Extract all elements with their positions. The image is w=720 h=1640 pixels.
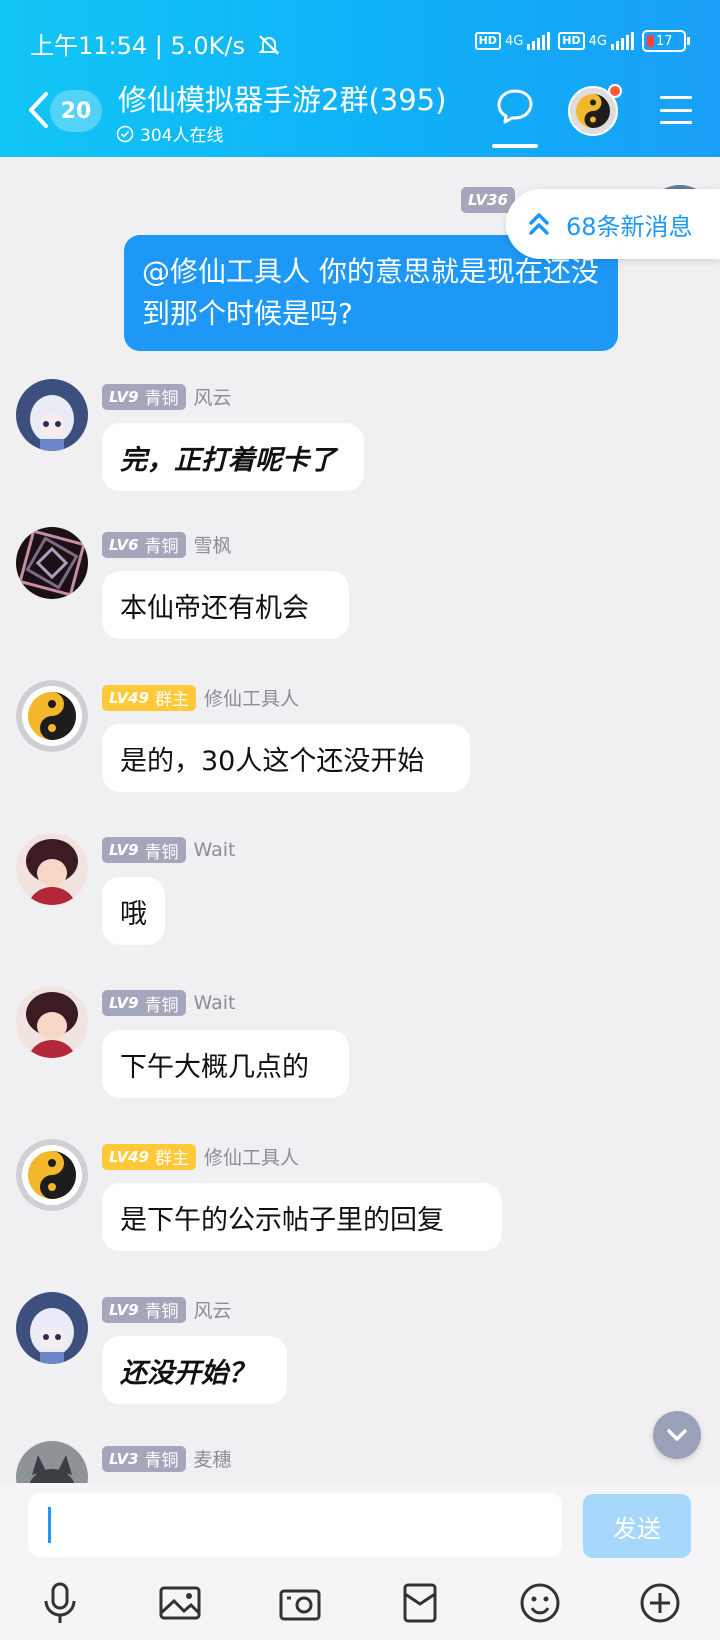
image-button[interactable] — [150, 1573, 210, 1633]
sender-name[interactable]: 雪枫 — [194, 531, 232, 558]
sender-name[interactable]: 麦穗 — [194, 1445, 232, 1472]
sender-name[interactable]: 风云 — [194, 1296, 232, 1323]
sim2-signal: HD 4G — [558, 32, 634, 50]
message-meta: LV6 青铜 雪枫 — [102, 531, 232, 558]
battery-icon: 17 — [642, 30, 690, 52]
camera-icon — [279, 1589, 321, 1621]
sender-name[interactable]: 修仙工具人 — [204, 684, 299, 711]
avatar-red-character-icon — [16, 833, 88, 905]
bell-muted-icon — [258, 35, 280, 55]
level-badge: LV3 青铜 — [102, 1445, 186, 1472]
sender-name[interactable]: 风云 — [194, 383, 232, 410]
more-button[interactable] — [630, 1573, 690, 1633]
message-meta: LV49 群主 修仙工具人 — [102, 1143, 299, 1170]
group-title[interactable]: 修仙模拟器手游2群(395) — [118, 80, 446, 120]
active-tab-indicator — [492, 144, 538, 148]
message-bubble[interactable]: 完，正打着呢卡了 — [102, 423, 364, 491]
avatar-cat-icon — [16, 1441, 88, 1483]
taiji-avatar-icon — [16, 680, 88, 752]
avatar-red-character-icon — [16, 986, 88, 1058]
signal-bars-icon — [527, 32, 551, 50]
message-input[interactable] — [28, 1493, 562, 1557]
chevron-left-icon — [29, 92, 48, 128]
avatar[interactable] — [16, 1139, 88, 1211]
level-badge: LV9 青铜 — [102, 990, 186, 1016]
emoji-button[interactable] — [510, 1573, 570, 1633]
unread-count-badge[interactable]: 20 — [50, 90, 102, 132]
message-bubble[interactable]: 是的，30人这个还没开始 — [102, 724, 470, 792]
message-meta: LV3 青铜 麦穗 — [102, 1445, 232, 1472]
avatar[interactable] — [16, 833, 88, 905]
chat-header: 上午11:54 | 5.0K/s HD 4G HD 4G 17 20 修仙模拟器… — [0, 0, 720, 157]
status-time: 上午11:54 | 5.0K/s — [30, 30, 281, 62]
emoji-icon — [520, 1583, 560, 1623]
chat-bubble-icon — [497, 89, 533, 124]
avatar-blue-character-icon — [16, 1292, 88, 1364]
level-badge: LV9 青铜 — [102, 383, 186, 410]
microphone-icon — [44, 1582, 76, 1623]
new-messages-button[interactable]: 68条新消息 — [506, 189, 720, 259]
avatar[interactable] — [16, 1441, 88, 1483]
sender-name[interactable]: Wait — [194, 839, 236, 861]
menu-line — [660, 108, 692, 112]
double-chevron-up-icon — [529, 213, 549, 235]
send-button[interactable]: 发送 — [583, 1494, 691, 1558]
level-badge: LV9 青铜 — [102, 1296, 186, 1323]
my-level-badge: LV36 — [461, 187, 515, 213]
chevron-down-icon — [667, 1429, 687, 1441]
avatar[interactable] — [16, 986, 88, 1058]
avatar[interactable] — [16, 680, 88, 752]
menu-line — [660, 96, 692, 99]
message-list[interactable]: LV36 @修仙工具人 你的意思就是现在还没到那个时候是吗? LV9 青铜 风云 … — [0, 157, 720, 1483]
avatar-blue-character-icon — [16, 379, 88, 451]
menu-line — [660, 121, 692, 124]
voice-button[interactable] — [30, 1573, 90, 1633]
avatar-spiral-icon — [16, 527, 88, 599]
status-indicators: HD 4G HD 4G 17 — [474, 30, 690, 52]
input-bar: 发送 — [0, 1483, 720, 1640]
input-toolbar — [0, 1573, 720, 1633]
avatar[interactable] — [16, 379, 88, 451]
plus-icon — [640, 1583, 680, 1623]
image-icon — [159, 1586, 201, 1620]
avatar[interactable] — [16, 1292, 88, 1364]
avatar[interactable] — [16, 527, 88, 599]
message-bubble[interactable]: 是下午的公示帖子里的回复 — [102, 1183, 502, 1251]
sim1-signal: HD 4G — [474, 32, 551, 50]
message-bubble[interactable]: 本仙帝还有机会 — [102, 571, 349, 639]
red-packet-button[interactable] — [390, 1573, 450, 1633]
message-bubble[interactable]: 哦 — [102, 877, 165, 945]
owner-badge: LV49 群主 — [102, 684, 196, 711]
sender-name[interactable]: Wait — [194, 992, 236, 1014]
message-meta: LV9 青铜 Wait — [102, 990, 236, 1016]
level-badge: LV9 青铜 — [102, 837, 186, 863]
menu-button[interactable] — [660, 96, 692, 124]
message-meta: LV9 青铜 风云 — [102, 1296, 232, 1323]
group-avatar-button[interactable] — [568, 84, 622, 136]
tab-chat[interactable] — [492, 86, 538, 152]
message-meta: LV9 青铜 Wait — [102, 837, 236, 863]
online-check-icon — [116, 125, 134, 142]
camera-button[interactable] — [270, 1573, 330, 1633]
online-status: 304人在线 — [116, 121, 223, 146]
level-badge: LV6 青铜 — [102, 531, 186, 558]
message-meta: LV9 青铜 风云 — [102, 383, 232, 410]
message-bubble[interactable]: 下午大概几点的 — [102, 1030, 349, 1098]
signal-bars-icon — [611, 32, 634, 50]
message-meta: LV49 群主 修仙工具人 — [102, 684, 299, 711]
sender-name[interactable]: 修仙工具人 — [204, 1143, 299, 1170]
taiji-avatar-icon — [16, 1139, 88, 1211]
scroll-to-bottom-button[interactable] — [653, 1411, 701, 1459]
text-caret — [48, 1507, 51, 1543]
notification-dot — [608, 84, 622, 98]
owner-badge: LV49 群主 — [102, 1143, 196, 1170]
message-bubble[interactable]: 还没开始？ — [102, 1336, 287, 1404]
red-packet-icon — [403, 1583, 437, 1623]
